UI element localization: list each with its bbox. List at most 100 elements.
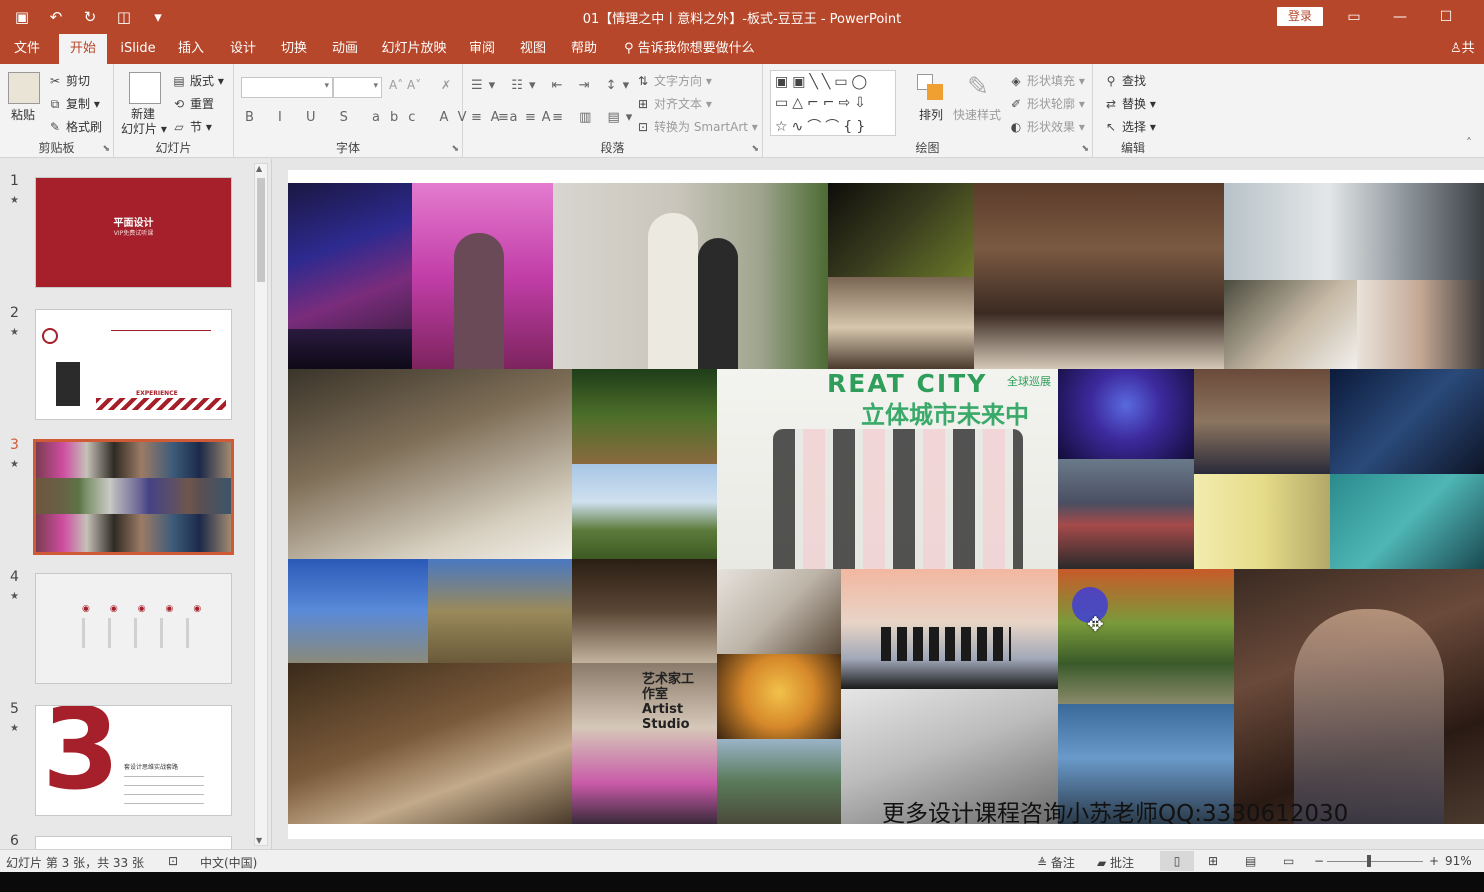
shape-icons[interactable]: ▭△⌐⌐⇨⇩ [775, 95, 870, 111]
photo-autumn-park [1058, 569, 1234, 704]
tab-view[interactable]: 视图 [512, 34, 554, 64]
tab-animations[interactable]: 动画 [324, 34, 366, 64]
quick-styles-button[interactable]: 快速样式 [953, 106, 1001, 123]
shape-effects-button[interactable]: ◐ 形状效果 ▾ [1008, 118, 1085, 135]
zoom-slider-thumb[interactable] [1367, 855, 1371, 867]
spellcheck-icon[interactable]: ⊡ [168, 854, 178, 868]
dialog-launcher-icon[interactable]: ⬊ [1081, 144, 1089, 154]
slides-group-label: 幻灯片 [155, 141, 192, 155]
slide-thumbnail-6[interactable] [35, 836, 232, 849]
save-icon[interactable]: ▣ [10, 6, 34, 28]
photo-night-street [1058, 459, 1194, 569]
tab-design[interactable]: 设计 [222, 34, 264, 64]
reading-view-icon[interactable]: ▤ [1245, 854, 1256, 868]
scrollbar-thumb[interactable] [257, 178, 265, 282]
paste-icon[interactable] [8, 72, 40, 104]
shape-outline-button[interactable]: ✐ 形状轮廓 ▾ [1008, 95, 1085, 112]
photo-pair [1224, 280, 1357, 369]
find-button[interactable]: ⚲ 查找 [1103, 72, 1146, 89]
normal-view-icon[interactable]: ▯ [1160, 851, 1194, 871]
undo-icon[interactable]: ↶ [44, 6, 68, 28]
align-text-button[interactable]: ⊞ 对齐文本 ▾ [635, 95, 712, 112]
text-direction-button[interactable]: ⇅ 文字方向 ▾ [635, 72, 712, 89]
tab-file[interactable]: 文件 [6, 34, 48, 64]
notes-button[interactable]: ≜ 备注 [1037, 854, 1075, 871]
slide-thumbnail-1[interactable]: 平面设计 VIP免费试听课 [35, 177, 232, 288]
cut-button[interactable]: ✂ 剪切 [47, 72, 90, 89]
tab-islide[interactable]: iSlide [114, 34, 162, 64]
slide-thumbnail-2[interactable]: EXPERIENCE [35, 309, 232, 420]
tell-me-search[interactable]: ⚲ 告诉我你想要做什么 [624, 34, 755, 64]
ribbon-display-icon[interactable]: ▭ [1331, 4, 1377, 30]
lightbulb-search-icon: ⚲ [624, 41, 638, 56]
zoom-in-icon[interactable]: + [1429, 854, 1439, 868]
slide-thumbnail-4[interactable]: ◉◉◉◉◉ [35, 573, 232, 684]
editing-group: ⚲ 查找 ⇄ 替换 ▾ ↖ 选择 ▾ 编辑 [1093, 64, 1173, 158]
window-title: 01【情理之中丨意料之外】-板式-豆豆王 - PowerPoint [582, 12, 902, 27]
shape-icons[interactable]: ☆∿⌒⌒{} [775, 116, 869, 136]
redo-icon[interactable]: ↻ [78, 6, 102, 28]
thumb-collage-row [36, 478, 231, 514]
paste-button[interactable]: 粘贴 [11, 106, 35, 123]
quick-styles-icon[interactable]: ✎ [962, 72, 994, 104]
tab-help[interactable]: 帮助 [563, 34, 605, 64]
clear-formatting-icon[interactable]: ✗ [441, 78, 451, 92]
smartart-button[interactable]: ⊡ 转换为 SmartArt ▾ [635, 118, 758, 135]
login-button[interactable]: 登录 [1277, 7, 1323, 26]
slideshow-view-icon[interactable]: ▭ [1283, 854, 1294, 868]
comments-button[interactable]: ▰ 批注 [1097, 854, 1134, 871]
section-button[interactable]: ▱ 节 ▾ [171, 118, 211, 135]
slide-thumbnail-5[interactable]: 3 套设计思维实战套路 [35, 705, 232, 816]
maximize-icon[interactable]: ☐ [1423, 4, 1469, 30]
copy-button[interactable]: ⧉ 复制 ▾ [47, 95, 100, 112]
tab-insert[interactable]: 插入 [170, 34, 212, 64]
arrange-icon[interactable] [915, 72, 947, 104]
scroll-down-icon[interactable]: ▼ [256, 836, 262, 845]
collapse-ribbon-icon[interactable]: ˄ [1466, 136, 1472, 150]
zoom-slider[interactable] [1327, 861, 1423, 862]
thumbnail-scrollbar[interactable]: ▲ ▼ [254, 163, 268, 846]
present-icon[interactable]: ◫ [112, 6, 136, 28]
shape-fill-button[interactable]: ◈ 形状填充 ▾ [1008, 72, 1084, 89]
replace-button[interactable]: ⇄ 替换 ▾ [1103, 95, 1156, 112]
dialog-launcher-icon[interactable]: ⬊ [451, 144, 459, 154]
shapes-gallery[interactable]: ▣▣╲╲▭◯ ▭△⌐⌐⇨⇩ ☆∿⌒⌒{} [770, 70, 896, 136]
align-buttons[interactable]: ≡ ≡ ≡ ≡ ▥ ▤▾ [471, 110, 638, 125]
photo-pavilion [717, 739, 841, 824]
zoom-out-icon[interactable]: − [1314, 854, 1324, 868]
thumb-dots: ◉◉◉◉◉ [82, 604, 222, 614]
slide-thumbnail-3[interactable] [33, 439, 234, 555]
tab-slideshow[interactable]: 幻灯片放映 [379, 34, 449, 64]
tab-transitions[interactable]: 切换 [273, 34, 315, 64]
thumb-caption: EXPERIENCE [136, 390, 178, 397]
slides-group: 新建 幻灯片 ▾ ▤ 版式 ▾ ⟲ 重置 ▱ 节 ▾ 幻灯片 [114, 64, 234, 158]
tab-review[interactable]: 审阅 [461, 34, 503, 64]
photo-yellow-wall [1194, 474, 1330, 569]
reset-button[interactable]: ⟲ 重置 [171, 95, 214, 112]
new-slide-icon[interactable] [129, 72, 161, 104]
shape-icons[interactable]: ▣▣╲╲▭◯ [775, 74, 871, 90]
customize-icon[interactable]: ▾ [146, 6, 170, 28]
tab-home[interactable]: 开始 [59, 34, 107, 64]
dialog-launcher-icon[interactable]: ⬊ [751, 144, 759, 154]
slide-canvas[interactable]: REAT CITY 全球巡展 立体城市未来中 艺术家工作室 Artist Stu… [288, 170, 1484, 839]
layout-button[interactable]: ▤ 版式 ▾ [171, 72, 224, 89]
chevron-down-icon: ▾ [324, 81, 329, 91]
select-button[interactable]: ↖ 选择 ▾ [1103, 118, 1156, 135]
arrange-button[interactable]: 排列 [919, 106, 943, 123]
slide-sorter-icon[interactable]: ⊞ [1208, 854, 1218, 868]
new-slide-label-2[interactable]: 幻灯片 ▾ [121, 120, 167, 137]
language-indicator[interactable]: 中文(中国) [200, 854, 257, 871]
format-painter-button[interactable]: ✎ 格式刷 [47, 118, 102, 135]
dialog-launcher-icon[interactable]: ⬊ [102, 144, 110, 154]
minimize-icon[interactable]: — [1377, 4, 1423, 30]
font-name-combobox[interactable]: ▾ [241, 77, 333, 98]
slide-thumbnail-pane[interactable]: 1 ★ 平面设计 VIP免费试听课 2 ★ EXPERIENCE 3 ★ 4 ★… [0, 159, 272, 849]
copy-icon: ⧉ [50, 97, 60, 111]
sign-subtitle: 立体城市未来中 [861, 401, 1029, 429]
zoom-level[interactable]: 91% [1445, 854, 1472, 868]
font-size-combobox[interactable]: ▾ [333, 77, 382, 98]
list-buttons[interactable]: ☰▾ ☷▾ ⇤ ⇥ ↕▾ [471, 78, 635, 93]
grow-font-icon[interactable]: A˄ A˅ [389, 78, 421, 92]
scroll-up-icon[interactable]: ▲ [256, 164, 262, 173]
